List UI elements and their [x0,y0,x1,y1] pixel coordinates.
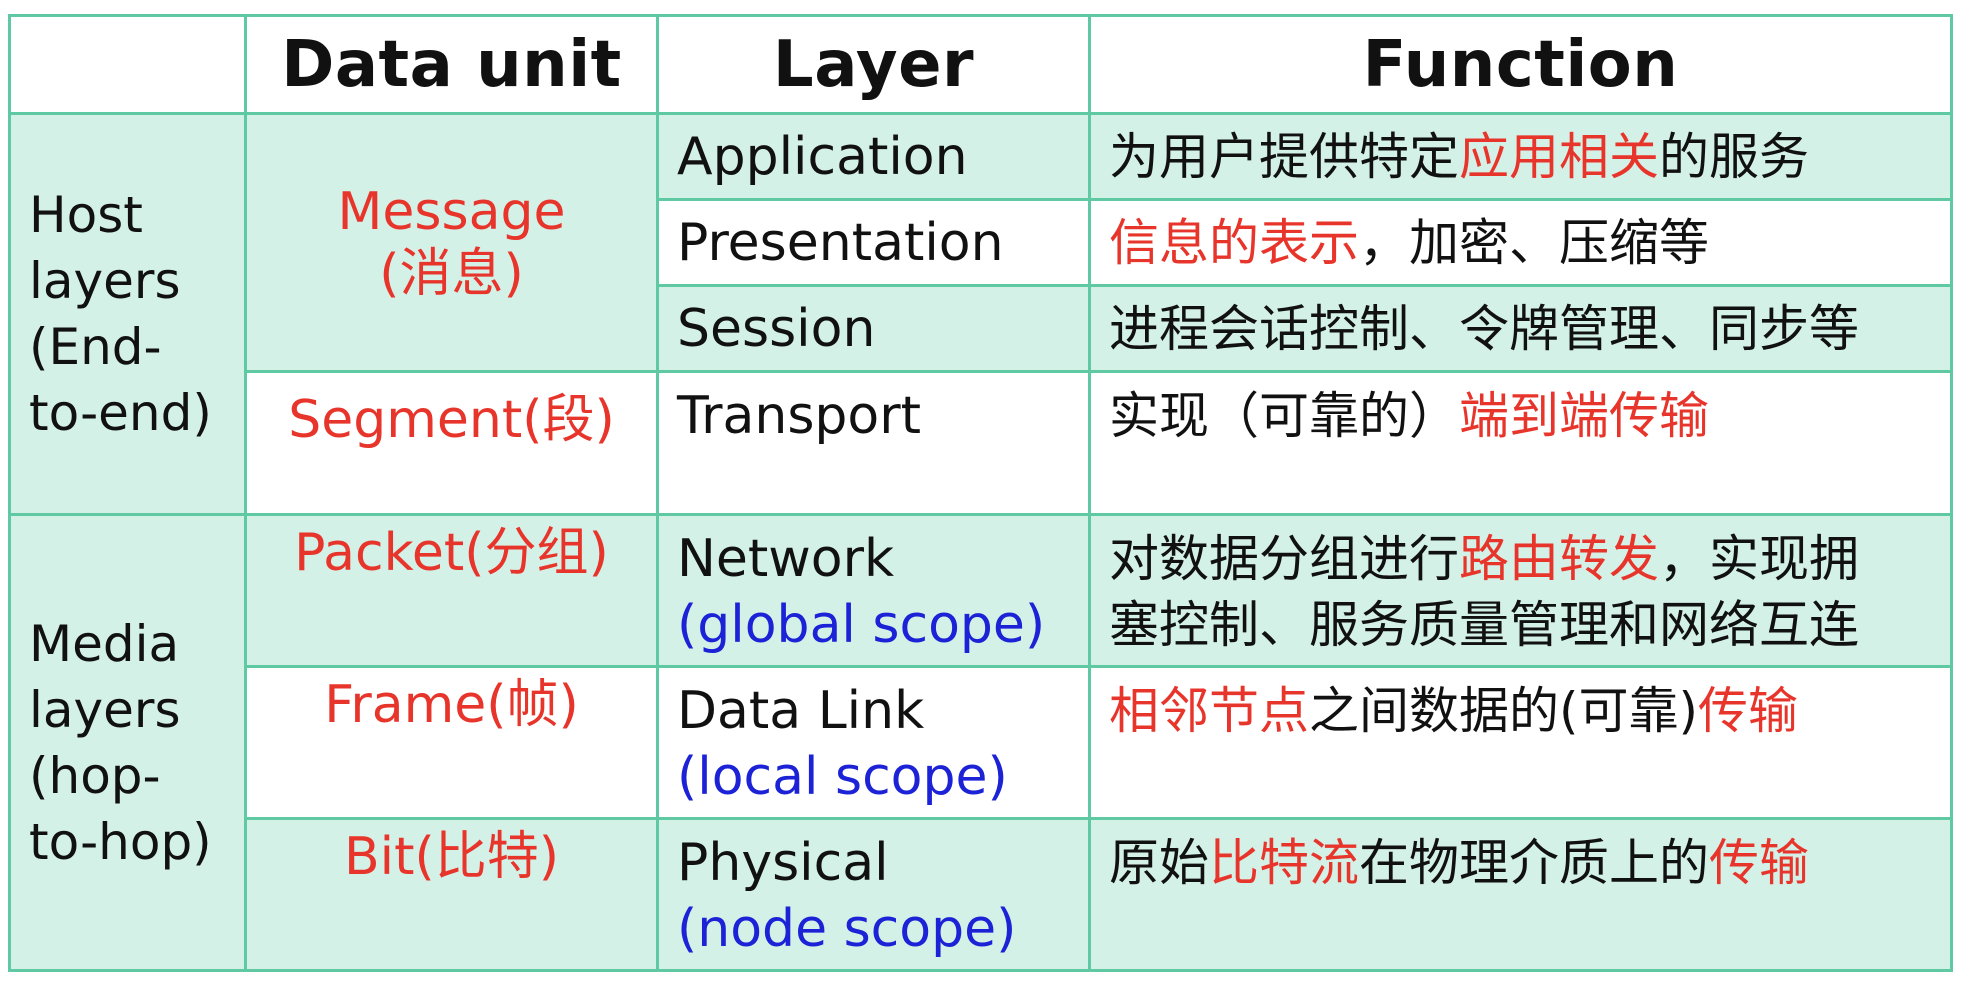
host-label-line-4: to-end) [29,384,212,442]
fn-session-part1: 进程会话控制、令牌管理、同步等 [1109,299,1859,358]
fn-network-part1: 对数据分组进行 [1109,530,1459,588]
fn-network-part2: ，实现拥 [1659,530,1859,588]
layer-physical: Physical [677,833,889,893]
fn-application-part1: 为用户提供特定 [1109,127,1459,186]
fn-transport-part1: 实现（可靠的） [1109,387,1459,445]
row-physical: Bit(比特) Physical (node scope) 原始比特流在物理介质… [10,817,1953,972]
media-layers-cell: Media layers (hop- to-hop) [8,513,247,972]
fn-datalink-highlight1: 相邻节点 [1109,682,1309,740]
layer-session: Session [656,284,1091,373]
fn-physical-part2: 在物理介质上的 [1359,834,1709,892]
media-label-line-3: (hop- [29,746,161,805]
function-session: 进程会话控制、令牌管理、同步等 [1088,284,1953,373]
function-presentation: 信息的表示，加密、压缩等 [1088,198,1953,287]
host-label-line-1: Host [29,186,143,244]
header-blank [8,14,247,115]
fn-datalink-highlight2: 传输 [1698,682,1799,740]
layer-network: Network [677,529,895,589]
unit-segment: Segment(段) [288,390,615,450]
fn-transport-highlight: 端到端传输 [1459,387,1709,445]
host-label-line-2: layers [29,252,181,310]
header-data-unit: Data unit [244,14,659,115]
unit-message-cell: Message (消息) [244,112,659,373]
unit-message-zh: (消息) [379,243,524,304]
scope-local: (local scope) [677,747,1008,807]
fn-presentation-highlight: 信息的表示 [1109,213,1359,272]
function-transport: 实现（可靠的）端到端传输 [1088,370,1953,516]
fn-network-highlight: 路由转发 [1459,530,1659,588]
fn-datalink-part1: 之间数据的(可靠) [1309,682,1699,740]
unit-bit: Bit(比特) [343,827,560,887]
row-network: Media layers (hop- to-hop) Packet(分组) Ne… [8,513,1953,972]
layer-datalink: Data Link [677,681,925,741]
header-function: Function [1088,14,1953,115]
scope-global: (global scope) [677,595,1046,655]
layer-application: Application [656,112,1091,201]
scope-node: (node scope) [677,899,1017,959]
osi-model-table: Data unit Layer Function Host layers (En… [8,14,1953,972]
fn-presentation-part1: ，加密、压缩等 [1359,213,1709,272]
unit-bit-cell: Bit(比特) [244,817,659,972]
unit-frame: Frame(帧) [324,675,579,735]
media-label-line-2: layers [29,680,181,739]
layer-datalink-cell: Data Link (local scope) [656,665,1091,820]
row-datalink: Frame(帧) Data Link (local scope) 相邻节点之间数… [10,665,1953,820]
unit-packet: Packet(分组) [294,523,609,583]
function-physical: 原始比特流在物理介质上的传输 [1088,817,1953,972]
host-layers-cell: Host layers (End- to-end) [8,112,247,516]
fn-physical-highlight1: 比特流 [1209,834,1359,892]
header-row: Data unit Layer Function [8,14,1953,115]
unit-message-name: Message [337,181,566,242]
function-datalink: 相邻节点之间数据的(可靠)传输 [1088,665,1953,820]
unit-packet-cell: Packet(分组) [244,513,659,668]
fn-physical-part1: 原始 [1109,834,1209,892]
row-transport: Segment(段) Transport 实现（可靠的）端到端传输 [10,370,1953,516]
host-label-line-3: (End- [29,318,162,376]
fn-application-highlight: 应用相关 [1459,127,1659,186]
row-application: Host layers (End- to-end) Message (消息) A… [8,112,1953,516]
unit-segment-cell: Segment(段) [244,370,659,516]
unit-frame-cell: Frame(帧) [244,665,659,820]
layer-network-cell: Network (global scope) [656,513,1091,668]
layer-presentation: Presentation [656,198,1091,287]
function-application: 为用户提供特定应用相关的服务 [1088,112,1953,201]
media-label-line-1: Media [29,614,180,673]
function-network: 对数据分组进行路由转发，实现拥 塞控制、服务质量管理和网络互连 [1088,513,1953,668]
media-label-line-4: to-hop) [29,812,212,871]
fn-application-part2: 的服务 [1659,127,1809,186]
fn-network-line2: 塞控制、服务质量管理和网络互连 [1109,596,1859,654]
layer-transport: Transport [656,370,1091,516]
layer-physical-cell: Physical (node scope) [656,817,1091,972]
header-layer: Layer [656,14,1091,115]
osi-model-table-container: Data unit Layer Function Host layers (En… [8,14,1953,972]
fn-physical-highlight2: 传输 [1709,834,1809,892]
